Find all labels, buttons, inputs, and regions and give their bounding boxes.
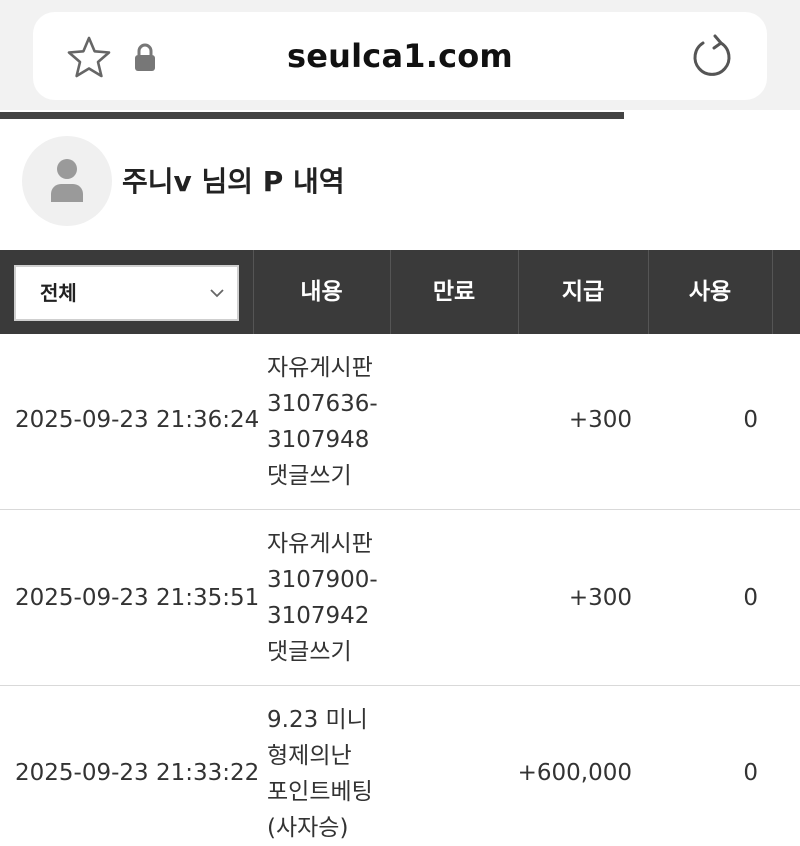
user-icon xyxy=(51,159,83,202)
content-line: 자유게시판 xyxy=(267,531,373,557)
column-divider xyxy=(772,250,773,334)
browser-toolbar: seulca1.com xyxy=(0,0,800,110)
user-header: 주니v 님의 P 내역 xyxy=(0,130,800,240)
page-title: 주니v 님의 P 내역 xyxy=(122,165,345,198)
url-text[interactable]: seulca1.com xyxy=(0,36,800,76)
column-header-pay: 지급 xyxy=(561,279,605,305)
row-used: 0 xyxy=(743,585,758,611)
row-date: 2025-09-23 21:35:51 xyxy=(15,585,260,611)
content-line: 3107900- xyxy=(267,567,378,593)
filter-select[interactable]: 전체 xyxy=(14,265,239,321)
table-row: 2025-09-23 21:36:24 자유게시판 3107636- 31079… xyxy=(0,334,800,510)
page-load-progress xyxy=(0,112,624,119)
row-content: 자유게시판 3107900- 3107942 댓글쓰기 xyxy=(267,526,378,670)
content-line: 포인트베팅 xyxy=(267,779,373,805)
content-line: 댓글쓰기 xyxy=(267,639,352,665)
content-line: (사자승) xyxy=(267,815,349,841)
table-row: 2025-09-23 21:35:51 자유게시판 3107900- 31079… xyxy=(0,510,800,686)
row-content: 9.23 미니 형제의난 포인트베팅 (사자승) xyxy=(267,702,373,846)
row-used: 0 xyxy=(743,760,758,786)
column-header-used: 사용 xyxy=(688,279,732,305)
content-line: 9.23 미니 xyxy=(267,707,368,733)
content-line: 3107636- xyxy=(267,391,378,417)
row-pay: +600,000 xyxy=(517,760,632,786)
content-line: 3107948 xyxy=(267,427,370,453)
column-header-content: 내용 xyxy=(300,279,343,305)
chevron-down-icon xyxy=(210,289,224,298)
content-line: 형제의난 xyxy=(267,743,352,769)
row-pay: +300 xyxy=(568,407,632,433)
row-date: 2025-09-23 21:33:22 xyxy=(15,760,260,786)
row-pay: +300 xyxy=(568,585,632,611)
content-line: 자유게시판 xyxy=(267,355,373,381)
row-content: 자유게시판 3107636- 3107948 댓글쓰기 xyxy=(267,350,378,494)
content-line: 댓글쓰기 xyxy=(267,463,352,489)
table-row: 2025-09-23 21:33:22 9.23 미니 형제의난 포인트베팅 (… xyxy=(0,686,800,842)
row-date: 2025-09-23 21:36:24 xyxy=(15,407,260,433)
column-header-expire: 만료 xyxy=(432,279,476,305)
filter-selected-value: 전체 xyxy=(40,281,77,305)
avatar xyxy=(22,136,112,226)
row-used: 0 xyxy=(743,407,758,433)
content-line: 3107942 xyxy=(267,603,370,629)
reload-icon[interactable] xyxy=(690,33,734,79)
